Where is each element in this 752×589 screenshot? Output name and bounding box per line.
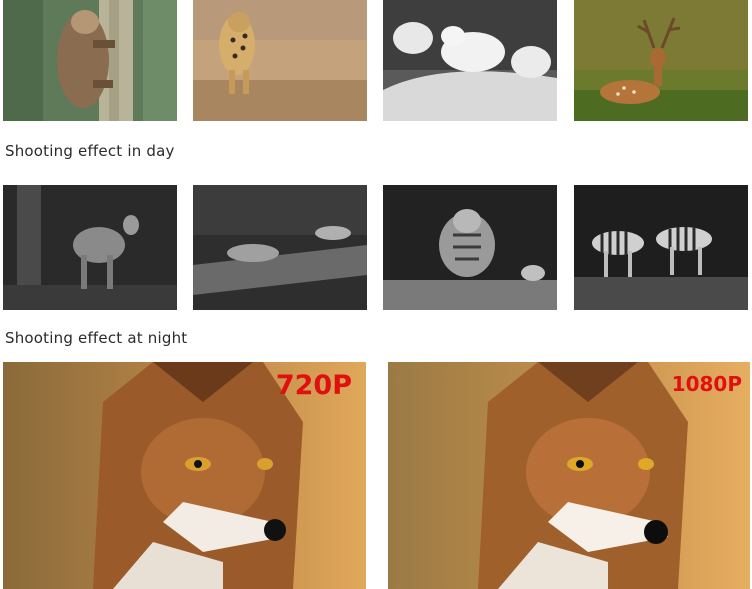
deer-photo-icon [574,0,748,121]
fox-photo-720p: 720P [3,362,366,589]
night-tiger-photo-icon [383,185,557,310]
day-caption: Shooting effect in day [5,142,175,160]
fox-photo-1080p: 1080P [388,362,750,589]
night-antelope-photo-icon [3,185,177,310]
day-photo-deer [574,0,748,121]
sloth-photo-icon [3,0,177,121]
fox-1080p-photo-icon [388,362,750,589]
day-photo-leopard [193,0,367,121]
night-zebras-photo-icon [574,185,748,310]
night-caption: Shooting effect at night [5,329,188,347]
resolution-label-1080p: 1080P [671,372,742,396]
night-photo-tiger [383,185,557,310]
day-photo-white-wolves [383,0,557,121]
night-photo-antelope [3,185,177,310]
white-wolves-photo-icon [383,0,557,121]
leopard-photo-icon [193,0,367,121]
night-photo-zebras [574,185,748,310]
resolution-label-720p: 720P [275,370,352,401]
night-photo-lion [193,185,367,310]
day-photo-sloth [3,0,177,121]
night-lion-photo-icon [193,185,367,310]
